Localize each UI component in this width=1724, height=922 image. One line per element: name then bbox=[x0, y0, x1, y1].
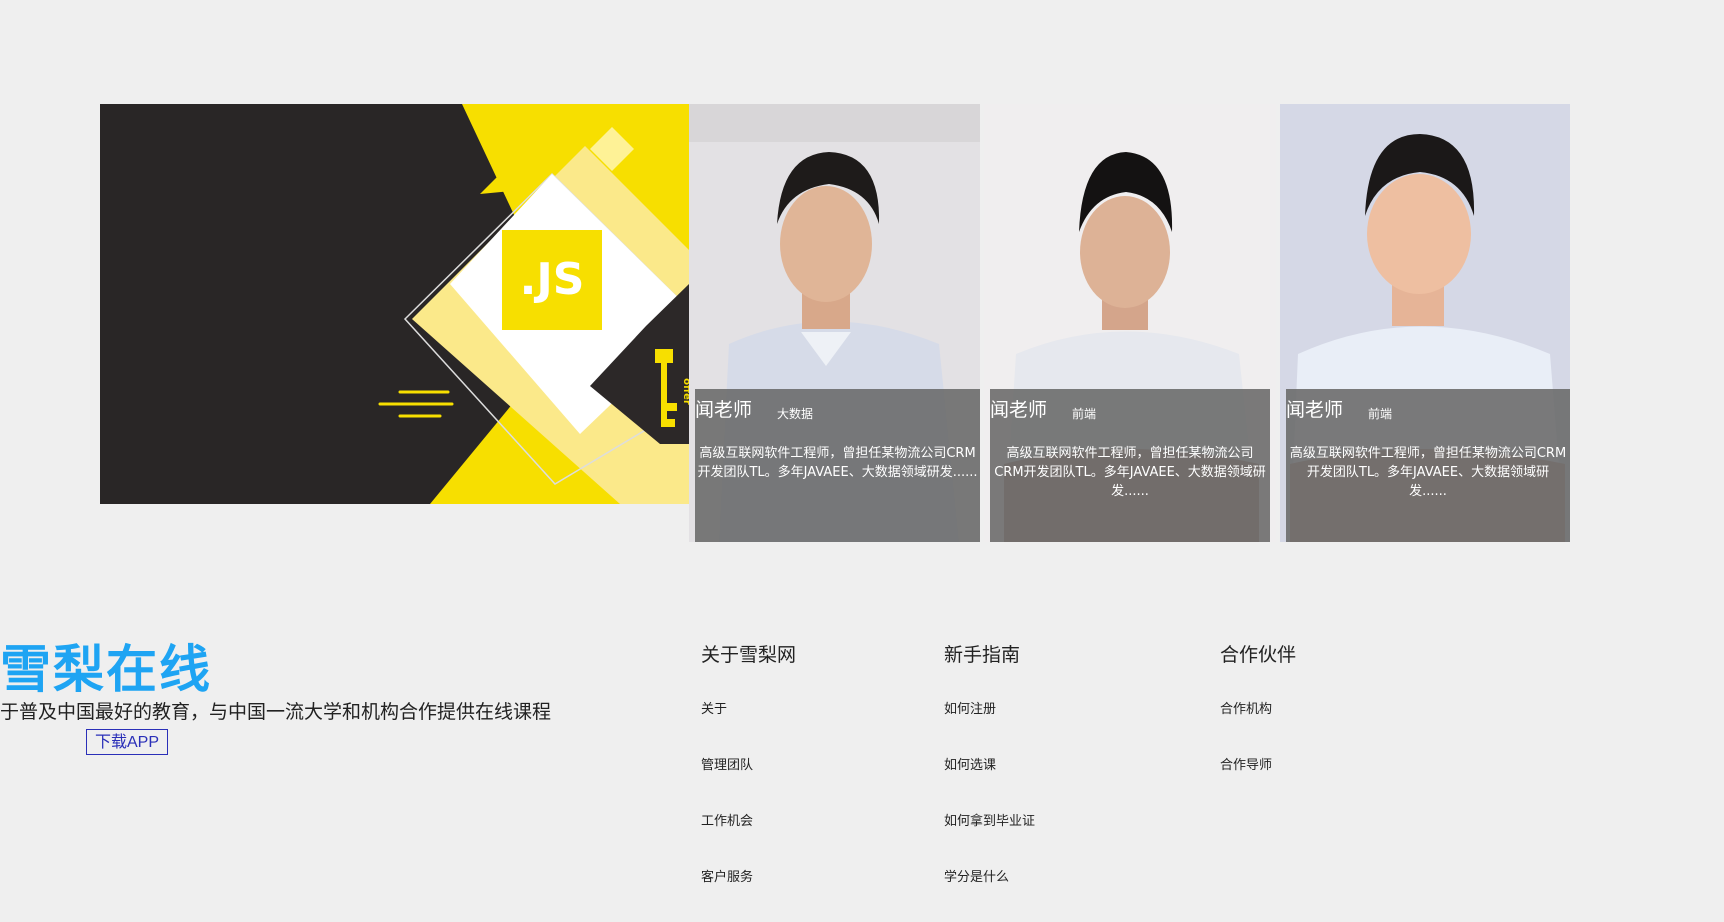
teacher-info-overlay: 闻老师 前端 高级互联网软件工程师，曾担任某物流公司CRM开发团队TL。多年JA… bbox=[990, 389, 1270, 542]
teacher-name: 闻老师 bbox=[1286, 399, 1344, 421]
footer-link-about[interactable]: 关于 bbox=[701, 698, 753, 754]
download-app-button[interactable]: 下载APP bbox=[86, 729, 169, 755]
teacher-name: 闻老师 bbox=[695, 399, 753, 421]
teacher-name: 闻老师 bbox=[990, 399, 1048, 421]
course-banner[interactable]: .JS offer bbox=[100, 104, 689, 504]
teacher-info-overlay: 闻老师 前端 高级互联网软件工程师，曾担任某物流公司CRM开发团队TL。多年JA… bbox=[1286, 389, 1570, 542]
footer-column-title: 新手指南 bbox=[944, 644, 1021, 666]
footer-column-title: 关于雪梨网 bbox=[701, 644, 797, 666]
teacher-info-overlay: 闻老师 大数据 高级互联网软件工程师，曾担任某物流公司CRM开发团队TL。多年J… bbox=[695, 389, 980, 542]
offer-key-label: offer bbox=[680, 378, 689, 405]
footer-column-guide: 新手指南 如何注册 如何选课 如何拿到毕业证 学分是什么 bbox=[944, 640, 1035, 885]
footer-column-partners: 合作伙伴 合作机构 合作导师 bbox=[1220, 640, 1297, 773]
footer-link-service[interactable]: 客户服务 bbox=[701, 866, 753, 922]
teacher-card-1[interactable]: 闻老师 大数据 高级互联网软件工程师，曾担任某物流公司CRM开发团队TL。多年J… bbox=[689, 104, 980, 542]
teacher-description: 高级互联网软件工程师，曾担任某物流公司CRM开发团队TL。多年JAVAEE、大数… bbox=[697, 446, 978, 480]
footer-link-choose-course[interactable]: 如何选课 bbox=[944, 754, 1035, 810]
brand-logo[interactable]: 雪梨在线 bbox=[0, 628, 212, 702]
teacher-description: 高级互联网软件工程师，曾担任某物流公司CRM开发团队TL。多年JAVAEE、大数… bbox=[994, 446, 1266, 499]
teacher-tag: 大数据 bbox=[777, 407, 814, 421]
footer-link-partner-tutors[interactable]: 合作导师 bbox=[1220, 754, 1272, 810]
footer-column-title: 合作伙伴 bbox=[1220, 644, 1297, 666]
teacher-card-2[interactable]: 闻老师 前端 高级互联网软件工程师，曾担任某物流公司CRM开发团队TL。多年JA… bbox=[984, 104, 1276, 542]
teacher-card-3[interactable]: 闻老师 前端 高级互联网软件工程师，曾担任某物流公司CRM开发团队TL。多年JA… bbox=[1280, 104, 1570, 542]
teacher-tag: 前端 bbox=[1072, 407, 1097, 421]
footer-link-partner-orgs[interactable]: 合作机构 bbox=[1220, 698, 1272, 754]
teacher-description: 高级互联网软件工程师，曾担任某物流公司CRM开发团队TL。多年JAVAEE、大数… bbox=[1289, 446, 1567, 499]
brand-slogan: 于普及中国最好的教育，与中国一流大学和机构合作提供在线课程 bbox=[0, 701, 552, 723]
footer-link-team[interactable]: 管理团队 bbox=[701, 754, 753, 810]
teacher-tag: 前端 bbox=[1368, 407, 1393, 421]
footer-link-register[interactable]: 如何注册 bbox=[944, 698, 1035, 754]
footer-column-about: 关于雪梨网 关于 管理团队 工作机会 客户服务 bbox=[701, 640, 797, 885]
footer-link-certificate[interactable]: 如何拿到毕业证 bbox=[944, 810, 1035, 866]
footer-link-credits[interactable]: 学分是什么 bbox=[944, 866, 1035, 922]
js-badge: .JS bbox=[502, 230, 602, 330]
footer-link-jobs[interactable]: 工作机会 bbox=[701, 810, 753, 866]
